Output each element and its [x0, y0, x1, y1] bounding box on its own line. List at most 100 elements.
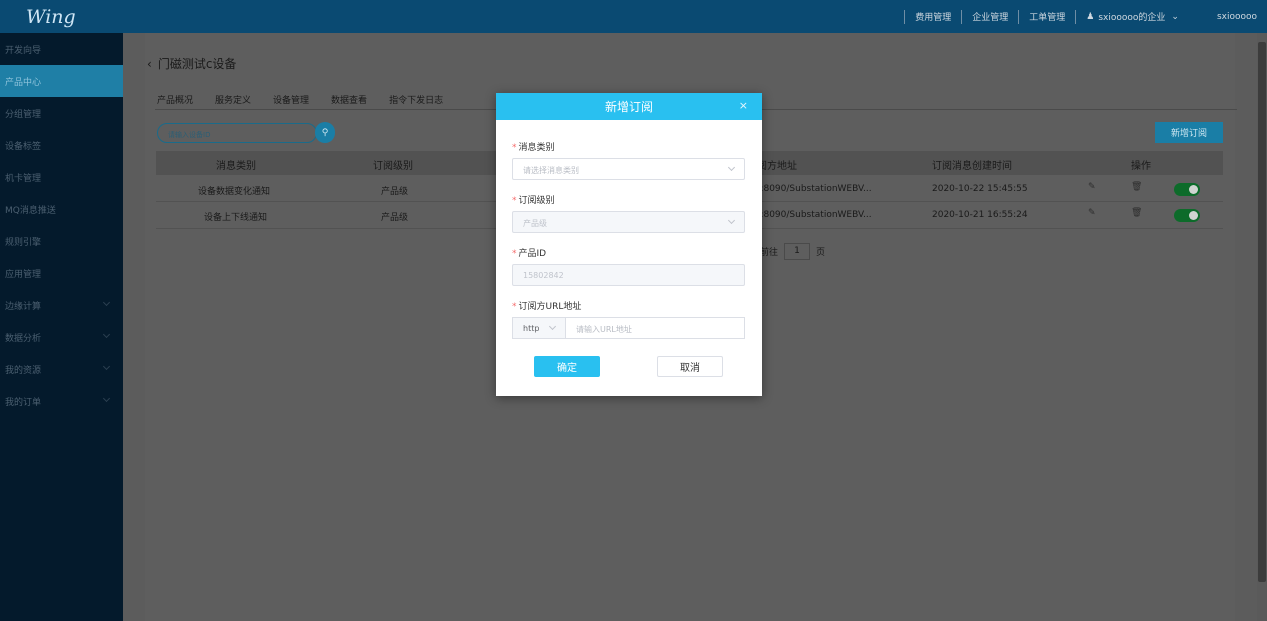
tab-devices[interactable]: 设备管理 [273, 93, 309, 106]
tab-data[interactable]: 数据查看 [331, 93, 367, 106]
dialog-header: 新增订阅 × [496, 93, 762, 120]
scrollbar-thumb[interactable] [1258, 42, 1266, 582]
divider [961, 9, 963, 24]
tab-command-log[interactable]: 指令下发日志 [389, 93, 443, 106]
sidebar-item-groups[interactable]: 分组管理 [0, 97, 123, 129]
pagination: 前往 1 页 [760, 243, 825, 260]
tab-overview[interactable]: 产品概况 [157, 93, 193, 106]
chevron-down-icon [102, 298, 111, 307]
sidebar-item-label: 我的订单 [5, 397, 42, 408]
cell-category: 设备上下线通知 [204, 213, 268, 223]
enable-toggle[interactable] [1174, 209, 1200, 222]
sidebar-item-label: 分组管理 [5, 109, 42, 120]
divider [904, 9, 906, 24]
cell-level: 产品级 [381, 187, 409, 197]
col-url: 阅方地址 [757, 161, 797, 172]
sidebar: 开发向导 产品中心 分组管理 设备标签 机卡管理 MQ消息推送 规则引擎 应用管… [0, 33, 123, 621]
pager-suffix: 页 [816, 248, 826, 258]
cell-level: 产品级 [381, 213, 409, 223]
url-input-group: http 请输入URL地址 [512, 317, 745, 339]
url-field: * 订阅方URL地址 http 请输入URL地址 [512, 299, 745, 339]
cell-url: 55:8090/SubstationWEBV... [749, 184, 872, 194]
device-search-input[interactable]: 请输入设备ID [157, 123, 317, 143]
chevron-down-icon [548, 322, 557, 331]
pager-prefix: 前往 [760, 248, 779, 258]
sidebar-item-analytics[interactable]: 数据分析 [0, 321, 123, 353]
chevron-down-icon [727, 216, 736, 225]
top-bar: Wing 费用管理 企业管理 工单管理 ♟ sxiooooo的企业 ⌄ sxio… [0, 0, 1267, 33]
product-id-input[interactable]: 15802842 [512, 264, 745, 286]
cell-time: 2020-10-21 16:55:24 [932, 210, 1028, 220]
page-input[interactable]: 1 [784, 243, 811, 260]
cancel-button[interactable]: 取消 [657, 356, 723, 377]
sidebar-item-orders[interactable]: 我的订单 [0, 385, 123, 417]
close-icon[interactable]: × [739, 99, 748, 112]
add-subscription-button[interactable]: 新增订阅 [1155, 122, 1223, 143]
sidebar-item-rules[interactable]: 规则引擎 [0, 225, 123, 257]
tab-services[interactable]: 服务定义 [215, 93, 251, 106]
cell-time: 2020-10-22 15:45:55 [932, 184, 1028, 194]
app-logo[interactable]: Wing [26, 6, 76, 28]
sidebar-item-label: 数据分析 [5, 333, 42, 344]
sidebar-item-label: 边缘计算 [5, 301, 42, 312]
field-label: * 订阅级别 [512, 196, 555, 206]
page-title: ‹ 门磁测试c设备 [147, 55, 236, 72]
sidebar-item-label: 产品中心 [5, 77, 42, 88]
tab-bar: 产品概况 服务定义 设备管理 数据查看 指令下发日志 [157, 89, 465, 109]
col-category: 消息类别 [216, 161, 256, 172]
trash-icon[interactable]: 🗑 [1131, 182, 1142, 192]
field-label: * 订阅方URL地址 [512, 302, 582, 312]
enable-toggle[interactable] [1174, 183, 1200, 196]
category-select[interactable]: 请选择消息类别 [512, 158, 745, 180]
sidebar-item-label: 开发向导 [5, 45, 42, 56]
sidebar-item-label: 设备标签 [5, 141, 42, 152]
sidebar-item-label: 规则引擎 [5, 237, 42, 248]
enterprise-dropdown[interactable]: sxiooooo的企业 [1098, 10, 1165, 23]
nav-billing[interactable]: 费用管理 [915, 10, 951, 23]
edit-icon[interactable]: ✎ [1088, 182, 1096, 192]
protocol-select[interactable]: http [512, 317, 566, 339]
chevron-down-icon [727, 163, 736, 172]
level-select[interactable]: 产品级 [512, 211, 745, 233]
sidebar-item-guide[interactable]: 开发向导 [0, 33, 123, 65]
sidebar-item-tags[interactable]: 设备标签 [0, 129, 123, 161]
col-level: 订阅级别 [373, 161, 413, 172]
divider [1018, 9, 1020, 24]
dialog-title: 新增订阅 [604, 100, 653, 114]
chevron-down-icon [102, 362, 111, 371]
nav-tickets[interactable]: 工单管理 [1029, 10, 1065, 23]
chevron-down-icon [102, 394, 111, 403]
category-field: * 消息类别 请选择消息类别 [512, 140, 745, 180]
sidebar-item-apps[interactable]: 应用管理 [0, 257, 123, 289]
level-field: * 订阅级别 产品级 [512, 193, 745, 233]
search-icon[interactable]: ⚲ [315, 122, 335, 143]
sidebar-item-mq[interactable]: MQ消息推送 [0, 193, 123, 225]
col-created: 订阅消息创建时间 [932, 161, 1012, 172]
field-label: * 消息类别 [512, 143, 555, 153]
edit-icon[interactable]: ✎ [1088, 208, 1096, 218]
col-actions: 操作 [1131, 161, 1151, 172]
sidebar-item-label: 机卡管理 [5, 173, 42, 184]
page-title-text: 门磁测试c设备 [157, 57, 237, 71]
trash-icon[interactable]: 🗑 [1131, 208, 1142, 218]
url-input[interactable]: 请输入URL地址 [566, 317, 745, 339]
sidebar-item-products[interactable]: 产品中心 [0, 65, 123, 97]
divider [1075, 9, 1077, 24]
sidebar-item-sim[interactable]: 机卡管理 [0, 161, 123, 193]
sidebar-item-label: MQ消息推送 [5, 205, 56, 216]
add-subscription-dialog: 新增订阅 × * 消息类别 请选择消息类别 * 订阅级别 产品级 * 产品ID 158… [496, 93, 762, 396]
top-nav: 费用管理 企业管理 工单管理 ♟ sxiooooo的企业 ⌄ sxiooooo [894, 0, 1257, 33]
confirm-button[interactable]: 确定 [534, 356, 600, 377]
user-icon: ♟ [1086, 11, 1095, 22]
sidebar-item-resources[interactable]: 我的资源 [0, 353, 123, 385]
sidebar-item-edge[interactable]: 边缘计算 [0, 289, 123, 321]
back-icon[interactable]: ‹ [147, 57, 152, 71]
product-id-field: * 产品ID 15802842 [512, 246, 745, 286]
account-name[interactable]: sxiooooo [1217, 12, 1257, 22]
chevron-down-icon[interactable]: ⌄ [1171, 12, 1179, 22]
field-label: * 产品ID [512, 249, 547, 259]
nav-enterprise[interactable]: 企业管理 [972, 10, 1008, 23]
sidebar-item-label: 应用管理 [5, 269, 42, 280]
sidebar-item-label: 我的资源 [5, 365, 42, 376]
cell-category: 设备数据变化通知 [198, 187, 271, 197]
